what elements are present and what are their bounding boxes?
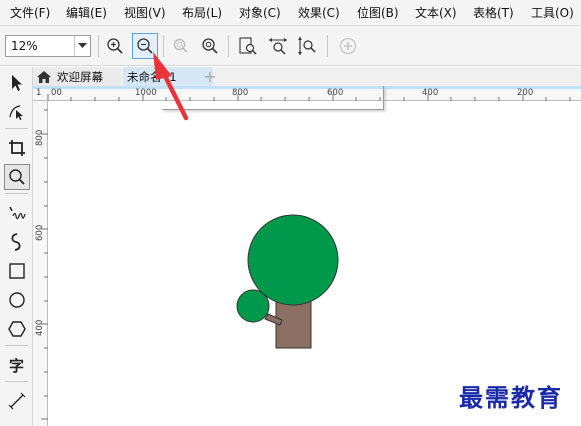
ruler-label: 600 [35, 224, 45, 241]
zoom-in-icon [107, 38, 123, 54]
ruler-ticks [47, 94, 571, 101]
artistic-media-icon [11, 233, 21, 251]
svg-text:字: 字 [9, 357, 24, 374]
menu-edit[interactable]: 编辑(E) [66, 0, 107, 26]
menu-layout[interactable]: 布局(L) [182, 0, 222, 26]
menu-file[interactable]: 文件(F) [10, 0, 50, 26]
zoom-all-objects-button[interactable] [197, 33, 223, 59]
freehand-icon [9, 206, 26, 220]
add-button[interactable] [335, 33, 361, 59]
menu-view[interactable]: 视图(V) [124, 0, 166, 26]
polygon-tool[interactable] [4, 316, 30, 342]
zoom-selected-icon [173, 38, 188, 53]
ruler-label: 00 [51, 88, 62, 98]
toolbar-divider [163, 35, 164, 57]
zoom-page-width-icon [269, 38, 287, 55]
menu-tools[interactable]: 工具(O) [531, 0, 574, 26]
add-tab-button[interactable]: + [199, 67, 217, 86]
ruler-label: 1000 [135, 88, 157, 98]
zoom-level-select[interactable]: 12% [5, 35, 91, 57]
home-icon [37, 70, 51, 83]
menu-object[interactable]: 对象(C) [239, 0, 281, 26]
tab-document-label: 未命名 -1 [127, 69, 177, 84]
ruler-label: 800 [232, 88, 249, 98]
zoom-page-height-button[interactable] [294, 33, 320, 59]
document-tabs: 欢迎屏幕 未命名 -1 + [33, 67, 581, 86]
menu-effects[interactable]: 效果(C) [298, 0, 340, 26]
crop-tool[interactable] [4, 135, 30, 161]
add-icon [339, 37, 357, 55]
rectangle-tool[interactable] [4, 258, 30, 284]
toolbar-divider [228, 35, 229, 57]
zoom-page-width-button[interactable] [265, 33, 291, 59]
ruler-label: 600 [327, 88, 344, 98]
zoom-selected-button[interactable] [168, 33, 194, 59]
magnifier-icon [9, 169, 25, 185]
zoom-in-button[interactable] [102, 33, 128, 59]
text-tool[interactable]: 字 [4, 352, 30, 378]
crop-icon [9, 140, 25, 156]
pointer-icon [12, 75, 22, 91]
ruler-label: 800 [35, 129, 45, 146]
zoom-page-icon [239, 37, 257, 55]
zoom-level-value: 12% [11, 39, 38, 53]
zoom-out-button[interactable] [132, 33, 158, 59]
shape-edit-icon [9, 105, 23, 120]
menu-table[interactable]: 表格(T) [473, 0, 514, 26]
dimension-line-icon [8, 392, 26, 410]
horizontal-ruler[interactable]: 1 00 1000 800 600 400 200 [33, 86, 581, 101]
shape-tool[interactable] [4, 99, 30, 125]
zoom-page-button[interactable] [235, 33, 261, 59]
ruler-label: 200 [517, 88, 534, 98]
tab-welcome-label: 欢迎屏幕 [57, 69, 103, 84]
toolbar-divider [98, 35, 99, 57]
menu-bitmap[interactable]: 位图(B) [357, 0, 399, 26]
ruler-label: 400 [422, 88, 439, 98]
text-icon: 字 [9, 357, 24, 374]
ruler-unit-mark: 1 [36, 88, 42, 98]
toolbox-divider [5, 381, 28, 382]
ellipse-tool[interactable] [4, 287, 30, 313]
zoom-toolbar: 12% [0, 26, 581, 66]
chevron-down-icon[interactable] [74, 36, 90, 56]
zoom-out-icon [137, 38, 153, 54]
zoom-page-height-icon [298, 37, 316, 55]
ruler-label: 400 [35, 319, 45, 336]
pick-tool[interactable] [4, 70, 30, 96]
vertical-ruler[interactable]: 800 600 400 [33, 101, 48, 426]
rectangle-icon [9, 263, 25, 279]
ellipse-icon [9, 292, 25, 308]
artistic-media-tool[interactable] [4, 229, 30, 255]
menu-bar: 文件(F) 编辑(E) 视图(V) 布局(L) 对象(C) 效果(C) 位图(B… [0, 0, 581, 26]
zoom-tool[interactable] [4, 164, 30, 190]
watermark: 最需教育 [459, 383, 563, 412]
toolbox: 字 [0, 67, 33, 426]
parallel-dimension-tool[interactable] [4, 388, 30, 414]
toolbox-divider [5, 193, 28, 194]
ruler-ticks [41, 109, 48, 420]
menu-text[interactable]: 文本(X) [415, 0, 457, 26]
zoom-all-objects-icon [202, 38, 218, 54]
toolbox-divider [5, 128, 28, 129]
polygon-icon [8, 321, 26, 337]
toolbox-divider [5, 345, 28, 346]
toolbar-divider [327, 35, 328, 57]
freehand-tool[interactable] [4, 200, 30, 226]
tab-welcome-screen[interactable]: 欢迎屏幕 [33, 67, 121, 86]
